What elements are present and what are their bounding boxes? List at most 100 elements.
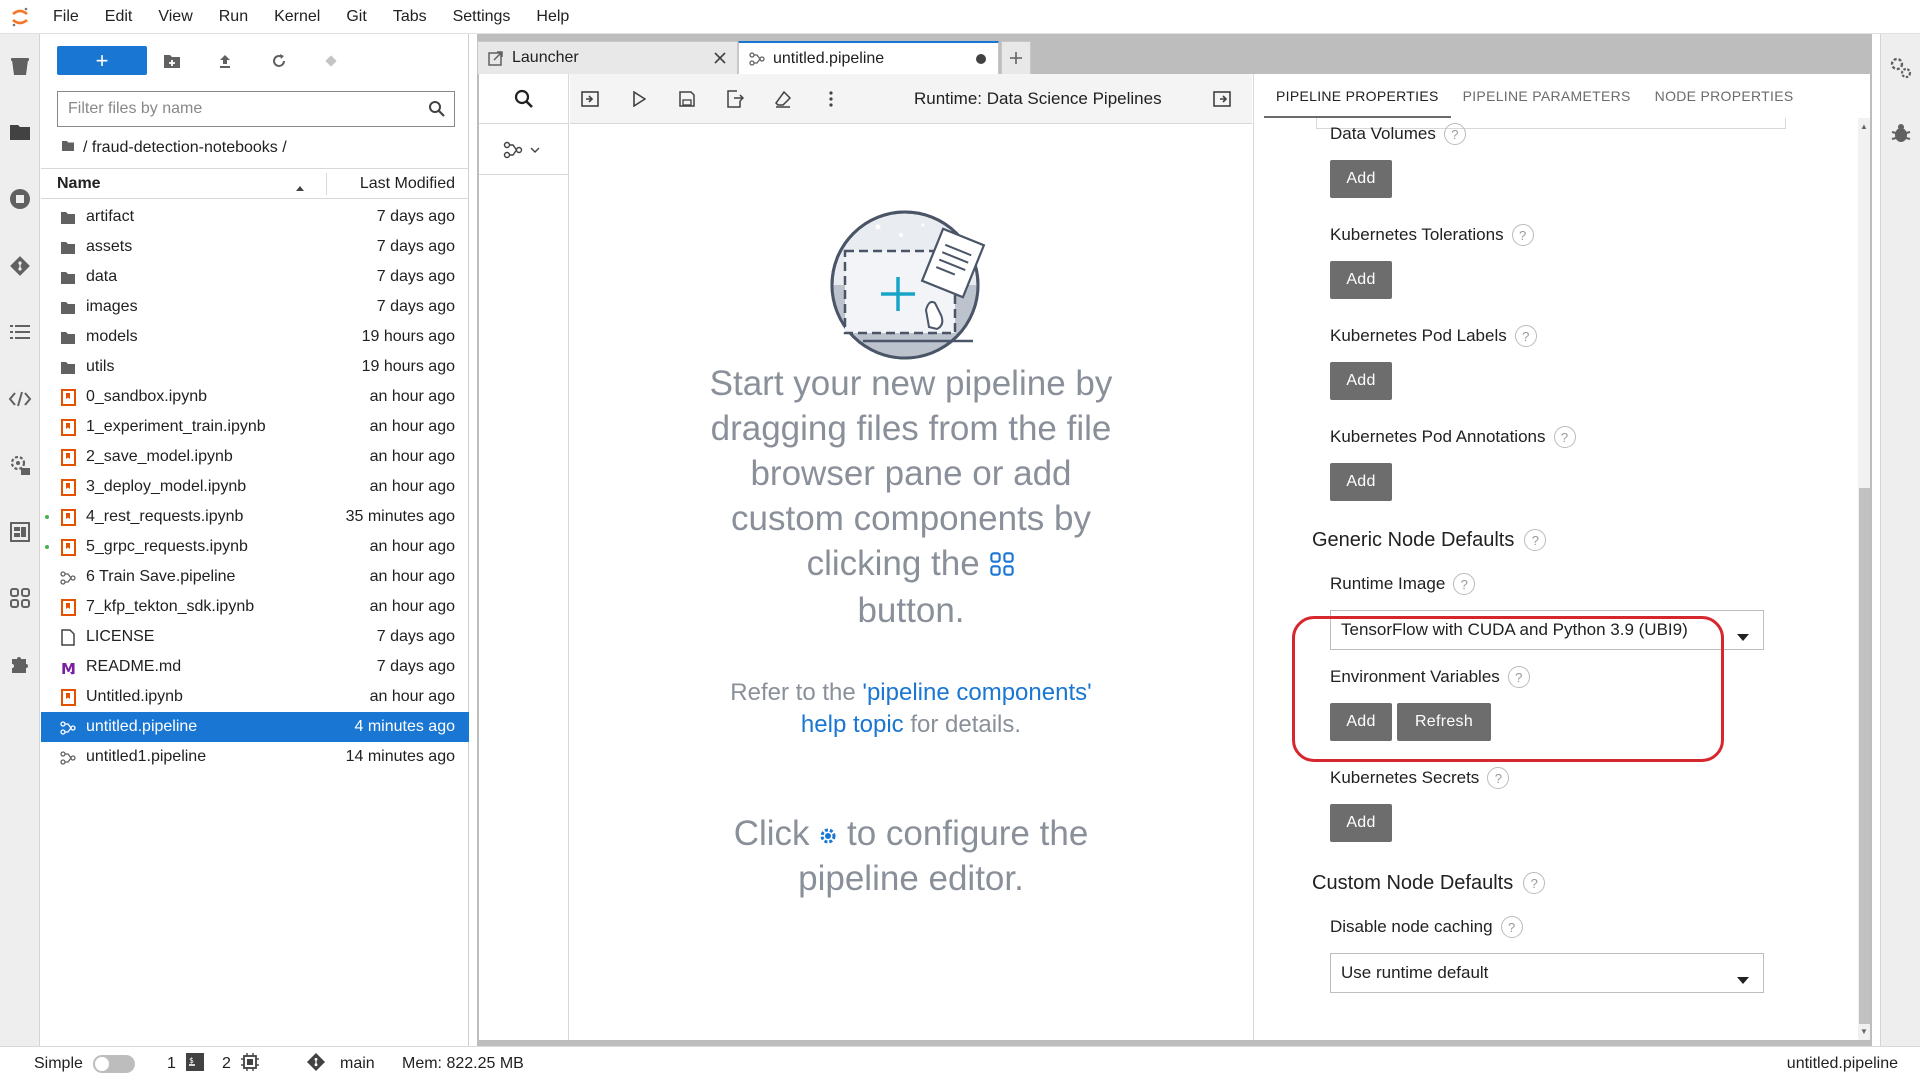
file-filter[interactable]: [57, 91, 455, 127]
folder-icon[interactable]: [0, 110, 40, 154]
tab-pipeline-parameters[interactable]: PIPELINE PARAMETERS: [1451, 74, 1643, 118]
breadcrumb-path[interactable]: / fraud-detection-notebooks /: [83, 139, 287, 157]
runtimes-icon[interactable]: [0, 443, 40, 487]
add-pod-annotation-button[interactable]: Add: [1330, 463, 1392, 501]
new-tab-button[interactable]: [1001, 41, 1031, 74]
help-icon[interactable]: ?: [1443, 123, 1466, 145]
menu-kernel[interactable]: Kernel: [261, 0, 333, 34]
column-divider[interactable]: [326, 173, 327, 195]
close-icon[interactable]: [711, 49, 729, 67]
new-launcher-button[interactable]: +: [57, 46, 147, 75]
file-row[interactable]: models 19 hours ago: [41, 322, 469, 352]
column-name[interactable]: Name: [57, 175, 101, 193]
gear-icon[interactable]: [819, 814, 837, 853]
menu-settings[interactable]: Settings: [440, 0, 524, 34]
column-last-modified[interactable]: Last Modified: [360, 175, 455, 193]
code-snippets-icon[interactable]: [0, 377, 40, 421]
simple-mode-label: Simple: [34, 1055, 83, 1072]
file-row[interactable]: 1_experiment_train.ipynb an hour ago: [41, 412, 469, 442]
file-row[interactable]: artifact 7 days ago: [41, 202, 469, 232]
file-row[interactable]: 7_kfp_tekton_sdk.ipynb an hour ago: [41, 592, 469, 622]
file-row[interactable]: data 7 days ago: [41, 262, 469, 292]
palette-search-button[interactable]: [479, 74, 569, 124]
breadcrumb-folder-icon[interactable]: [61, 139, 75, 157]
new-folder-button[interactable]: [158, 47, 186, 75]
file-row[interactable]: images 7 days ago: [41, 292, 469, 322]
palette-icon[interactable]: [989, 543, 1015, 588]
eraser-icon: [775, 90, 792, 108]
file-row[interactable]: utils 19 hours ago: [41, 352, 469, 382]
tab-node-properties[interactable]: NODE PROPERTIES: [1643, 74, 1806, 118]
disable-caching-select[interactable]: Use runtime default: [1330, 953, 1764, 993]
scroll-down-icon[interactable]: ▼: [1860, 1027, 1868, 1036]
palette-icon[interactable]: [0, 576, 40, 620]
add-pod-label-button[interactable]: Add: [1330, 362, 1392, 400]
help-icon[interactable]: ?: [1514, 325, 1537, 347]
file-row[interactable]: LICENSE 7 days ago: [41, 622, 469, 652]
file-row[interactable]: 3_deploy_model.ipynb an hour ago: [41, 472, 469, 502]
toc-icon[interactable]: [0, 310, 40, 354]
file-row[interactable]: Untitled.ipynb an hour ago: [41, 682, 469, 712]
file-row[interactable]: 2_save_model.ipynb an hour ago: [41, 442, 469, 472]
file-row[interactable]: 0_sandbox.ipynb an hour ago: [41, 382, 469, 412]
menu-help[interactable]: Help: [523, 0, 582, 34]
export-pipeline-button[interactable]: [720, 84, 750, 114]
help-icon[interactable]: ?: [1553, 426, 1576, 448]
trash-icon[interactable]: [0, 44, 40, 88]
file-row[interactable]: 4_rest_requests.ipynb 35 minutes ago: [41, 502, 469, 532]
file-row[interactable]: assets 7 days ago: [41, 232, 469, 262]
refresh-button[interactable]: [265, 47, 293, 75]
scroll-up-icon[interactable]: ▲: [1860, 122, 1868, 131]
file-name: 6 Train Save.pipeline: [86, 568, 236, 585]
menu-git[interactable]: Git: [333, 0, 379, 34]
file-filter-input[interactable]: [58, 100, 408, 118]
file-row[interactable]: untitled1.pipeline 14 minutes ago: [41, 742, 469, 772]
add-data-volume-button[interactable]: Add: [1330, 160, 1392, 198]
panel-right-icon: [1213, 91, 1231, 107]
help-icon[interactable]: ?: [1523, 872, 1546, 894]
palette-category-button[interactable]: [479, 125, 569, 175]
more-options-button[interactable]: [816, 84, 846, 114]
file-row[interactable]: 5_grpc_requests.ipynb an hour ago: [41, 532, 469, 562]
property-inspector-icon[interactable]: [1881, 46, 1920, 90]
running-icon[interactable]: [0, 177, 40, 221]
help-icon[interactable]: ?: [1524, 529, 1547, 551]
git-icon[interactable]: [0, 244, 40, 288]
debugger-icon[interactable]: [1881, 111, 1920, 155]
menu-run[interactable]: Run: [206, 0, 261, 34]
file-row[interactable]: 6 Train Save.pipeline an hour ago: [41, 562, 469, 592]
tab-untitled-pipeline[interactable]: untitled.pipeline: [738, 41, 999, 74]
add-toleration-button[interactable]: Add: [1330, 261, 1392, 299]
menu-tabs[interactable]: Tabs: [380, 0, 440, 34]
menu-edit[interactable]: Edit: [92, 0, 146, 34]
add-secret-button[interactable]: Add: [1330, 804, 1392, 842]
git-branch-status[interactable]: main: [306, 1047, 375, 1080]
menu-file[interactable]: File: [40, 0, 92, 34]
kernels-status[interactable]: 2: [222, 1047, 259, 1080]
save-pipeline-button[interactable]: [672, 84, 702, 114]
tab-launcher[interactable]: Launcher: [477, 41, 738, 74]
scrollbar-thumb[interactable]: [1859, 488, 1870, 1024]
pipeline-canvas[interactable]: Start your new pipeline by dragging file…: [570, 125, 1252, 1040]
help-icon[interactable]: ?: [1511, 224, 1534, 246]
toggle-properties-button[interactable]: [1207, 84, 1237, 114]
menu-view[interactable]: View: [145, 0, 205, 34]
simple-mode-toggle[interactable]: [92, 1055, 135, 1073]
component-catalogs-icon[interactable]: [0, 510, 40, 554]
help-icon[interactable]: ?: [1487, 767, 1510, 789]
tab-pipeline-properties[interactable]: PIPELINE PROPERTIES: [1264, 74, 1451, 118]
git-clone-button[interactable]: [317, 47, 345, 75]
properties-scrollbar[interactable]: ▲ ▼: [1858, 118, 1870, 1040]
toggle-palette-button[interactable]: [575, 84, 605, 114]
file-row[interactable]: M README.md 7 days ago: [41, 652, 469, 682]
help-icon[interactable]: ?: [1500, 916, 1523, 938]
terminals-status[interactable]: 1 $: [167, 1047, 204, 1080]
unsaved-dot-icon[interactable]: [972, 50, 990, 68]
help-icon[interactable]: ?: [1453, 573, 1476, 595]
extensions-icon[interactable]: [0, 642, 40, 686]
run-pipeline-button[interactable]: [624, 84, 654, 114]
upload-button[interactable]: [211, 47, 239, 75]
clear-pipeline-button[interactable]: [768, 84, 798, 114]
disable-caching-value: Use runtime default: [1341, 963, 1489, 982]
file-row[interactable]: untitled.pipeline 4 minutes ago: [41, 712, 469, 742]
